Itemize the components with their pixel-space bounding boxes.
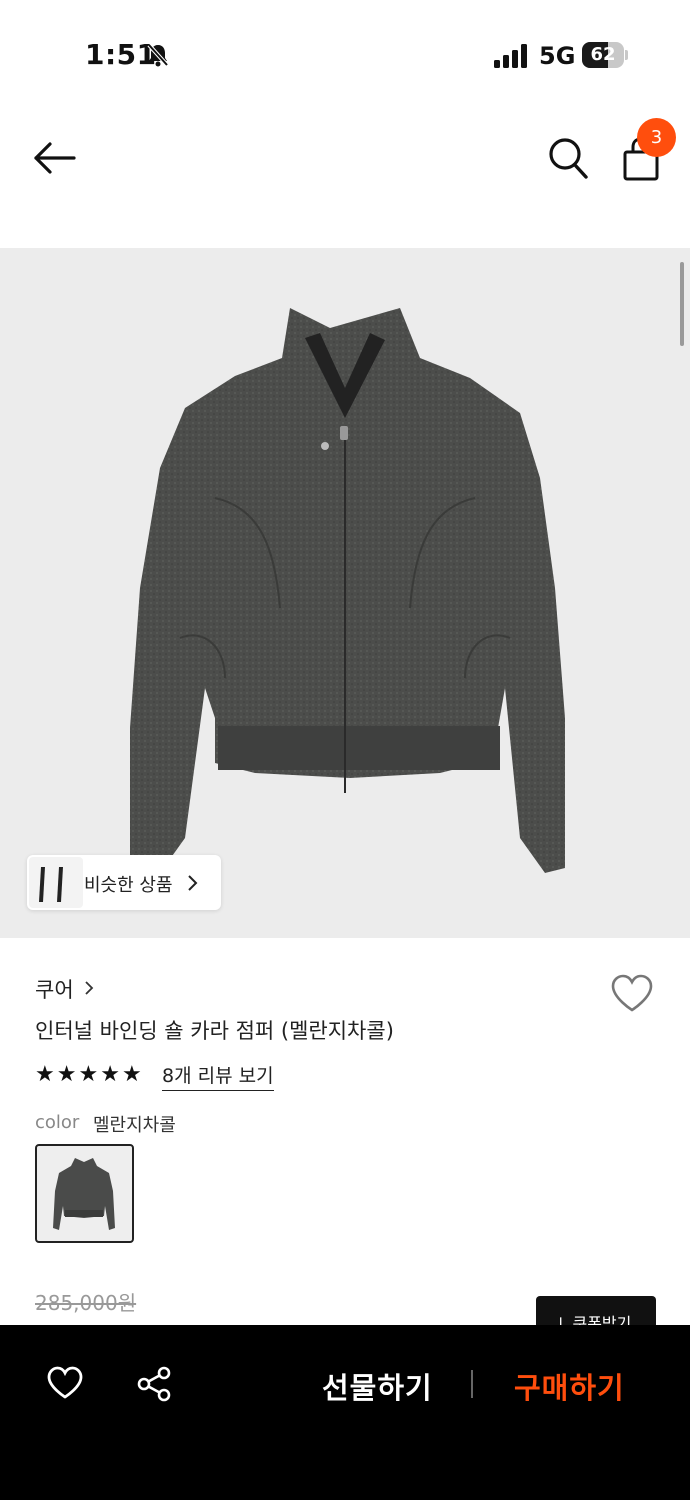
star-icon: ★ [100, 1062, 120, 1087]
original-price: 285,000원 [35, 1291, 137, 1315]
top-nav [0, 110, 690, 210]
star-icon: ★ [121, 1062, 142, 1087]
similar-thumb-2 [47, 857, 83, 908]
star-icon: ★ [78, 1062, 99, 1087]
color-swatch[interactable] [35, 1144, 134, 1243]
cellular-signal-icon [494, 44, 527, 68]
divider [471, 1370, 473, 1398]
chevron-right-icon [85, 981, 94, 995]
star-icon: ★ [35, 1062, 55, 1087]
review-link[interactable]: 8개 리뷰 보기 [162, 1061, 274, 1091]
status-bar: 1:51 5G 62 [0, 0, 690, 110]
cart-count-badge: 3 [637, 118, 676, 157]
color-label: color [35, 1112, 80, 1133]
similar-products-button[interactable]: 비슷한 상품 [27, 855, 221, 910]
battery-level: 62 [590, 44, 616, 65]
rating-stars: ★ ★ ★ ★ ★ [35, 1063, 155, 1087]
chevron-right-icon [188, 875, 198, 891]
brand-link[interactable]: 쿠어 [35, 974, 74, 1004]
heart-icon[interactable] [609, 972, 655, 1014]
network-type: 5G [539, 42, 576, 70]
silent-bell-icon [147, 43, 169, 67]
gift-button[interactable]: 선물하기 [322, 1365, 433, 1407]
battery-icon: 62 [582, 42, 628, 68]
image-scrollbar[interactable] [680, 262, 684, 346]
product-image[interactable] [0, 248, 690, 938]
bottom-action-bar: 선물하기 구매하기 [0, 1325, 690, 1500]
heart-icon[interactable] [46, 1365, 84, 1401]
back-arrow-icon[interactable] [32, 140, 76, 176]
share-icon[interactable] [135, 1365, 173, 1403]
star-icon: ★ [56, 1062, 77, 1087]
buy-button[interactable]: 구매하기 [514, 1365, 625, 1407]
jacket-photo [130, 308, 565, 873]
similar-products-label: 비슷한 상품 [84, 875, 173, 896]
product-title: 인터널 바인딩 숄 카라 점퍼 (멜란지차콜) [35, 1019, 394, 1043]
search-icon[interactable] [547, 136, 589, 180]
color-value: 멜란지차콜 [93, 1115, 176, 1136]
